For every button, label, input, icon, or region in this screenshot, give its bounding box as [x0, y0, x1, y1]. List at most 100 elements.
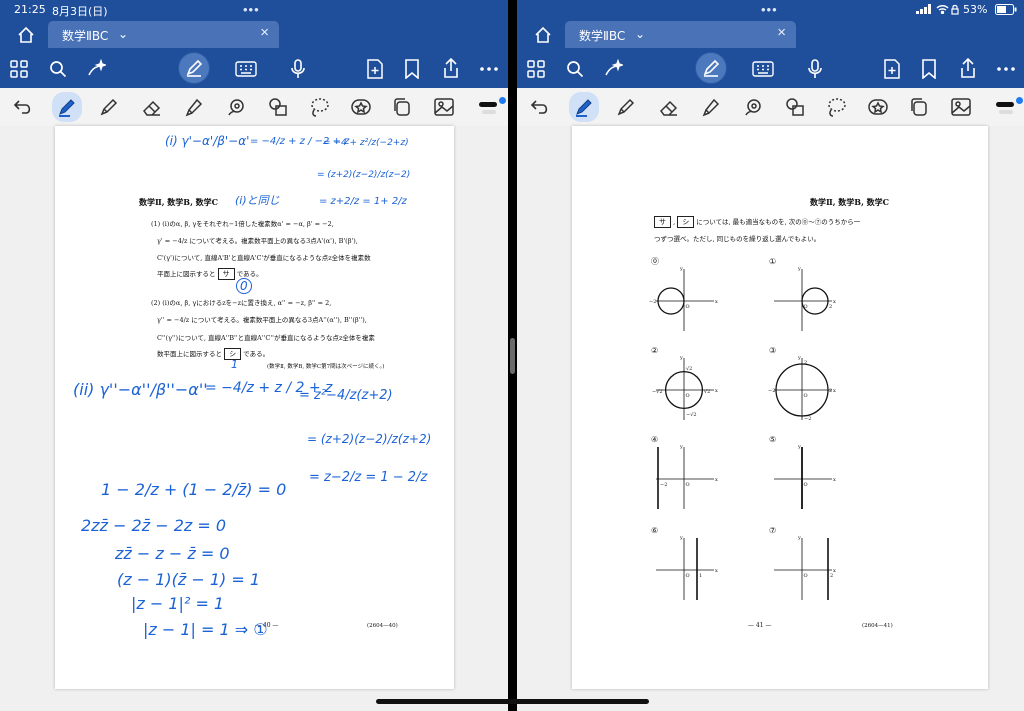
signal-icon — [915, 3, 933, 15]
highlighter-icon[interactable] — [699, 95, 723, 119]
option-label: ⑤ — [769, 435, 776, 444]
undo-icon[interactable] — [11, 95, 35, 119]
more-options-icon[interactable] — [478, 58, 500, 80]
q1-line1: (1) (i)のα, β, γをそれぞれ−1倍した複素数α' = −α, β' … — [151, 220, 334, 228]
chevron-down-icon[interactable]: ⌄ — [118, 27, 128, 41]
x-axis-label: x — [833, 388, 836, 394]
pencil-tool-icon[interactable] — [97, 95, 121, 119]
x-axis-label: x — [833, 477, 836, 483]
handwriting-mid-right2: = (z+2)(z−2)/z(z+2) — [307, 432, 432, 446]
handwriting-line1: 1 − 2/z + (1 − 2/z̄) = 0 — [101, 480, 287, 499]
insert-image-icon[interactable] — [949, 95, 973, 119]
tick-label: −√2 — [652, 389, 663, 395]
tick-label: 2 — [804, 360, 807, 366]
apps-grid-icon[interactable] — [8, 58, 30, 80]
search-icon[interactable] — [47, 58, 69, 80]
shapes-icon[interactable] — [783, 95, 807, 119]
tick-label: √2 — [704, 389, 710, 395]
search-icon[interactable] — [564, 58, 586, 80]
multitask-dots-icon[interactable]: ••• — [761, 2, 778, 17]
share-icon[interactable] — [440, 57, 462, 79]
handwriting-line2: 2zz̄ − 2z̄ − 2z = 0 — [81, 516, 227, 535]
document-page-40[interactable]: 数学Ⅱ, 数学B, 数学C (1) (i)のα, β, γをそれぞれ−1倍した複… — [55, 126, 454, 689]
pen-thickness-icon[interactable] — [995, 95, 1015, 119]
split-divider-handle[interactable] — [510, 338, 515, 374]
handwriting-mid-right3: = z−2/z = 1 − 2/z — [309, 470, 428, 485]
y-axis-label: y — [679, 355, 683, 361]
split-view: 21:25 8月3日(日) ••• 数学ⅡBC ⌄ × 数学Ⅱ, 数学B, 数学… — [0, 0, 1024, 711]
color-indicator — [499, 97, 506, 104]
tick-label: −2 — [768, 388, 775, 394]
copy-icon[interactable] — [907, 95, 931, 119]
tick-label: −2 — [649, 299, 656, 305]
highlighter-icon[interactable] — [182, 95, 206, 119]
apps-grid-icon[interactable] — [525, 58, 547, 80]
sticker-icon[interactable] — [866, 95, 890, 119]
x-axis-label: x — [715, 568, 718, 574]
tick-label: −√2 — [686, 412, 697, 418]
shapes-icon[interactable] — [266, 95, 290, 119]
sticker-icon[interactable] — [349, 95, 373, 119]
option-label: ① — [769, 257, 776, 266]
ballpoint-pen-tool[interactable] — [569, 92, 599, 122]
copy-icon[interactable] — [390, 95, 414, 119]
eraser-icon[interactable] — [657, 95, 681, 119]
bookmark-icon[interactable] — [918, 58, 940, 80]
bookmark-icon[interactable] — [401, 58, 423, 80]
option-label: ⑥ — [651, 526, 658, 535]
microphone-icon[interactable] — [804, 58, 826, 80]
new-page-icon[interactable] — [881, 58, 903, 80]
close-tab-icon[interactable]: × — [260, 24, 269, 41]
q2-line3: C''(γ'')について, 直線A''B''と直線A''C''が垂直になるような… — [157, 334, 375, 342]
ballpoint-pen-tool[interactable] — [52, 92, 82, 122]
home-indicator[interactable] — [376, 699, 649, 704]
new-page-icon[interactable] — [364, 58, 386, 80]
keyboard-icon[interactable] — [751, 58, 775, 80]
document-tab-title: 数学ⅡBC — [579, 29, 626, 43]
y-axis-label: y — [679, 535, 683, 541]
microphone-icon[interactable] — [287, 58, 309, 80]
y-axis-label: y — [797, 266, 801, 272]
document-tab[interactable]: 数学ⅡBC ⌄ × — [48, 21, 279, 48]
handwriting-circled-answer: 0 — [236, 278, 252, 294]
q2-line2: γ'' = −4/z について考える。複素数平面上の異なる3点A''(α''),… — [157, 316, 367, 324]
lasso-icon[interactable] — [824, 95, 848, 119]
tick-label: −2 — [804, 416, 811, 422]
chevron-down-icon[interactable]: ⌄ — [635, 27, 645, 41]
undo-icon[interactable] — [528, 95, 552, 119]
y-axis-label: y — [679, 266, 683, 272]
home-icon[interactable] — [531, 24, 555, 46]
document-tab[interactable]: 数学ⅡBC ⌄ × — [565, 21, 796, 48]
split-divider[interactable] — [508, 0, 517, 711]
page-code: (2604—41) — [862, 623, 893, 629]
copilot-sparkle-icon[interactable] — [85, 58, 107, 80]
handwriting-mid-left: (ii) γ''−α''/β''−α'' — [73, 380, 208, 399]
tick-label: 2 — [830, 573, 833, 579]
y-axis-label: y — [797, 444, 801, 450]
page-code: (2604—40) — [367, 623, 398, 629]
status-time: 21:25 — [14, 3, 46, 16]
copilot-sparkle-icon[interactable] — [602, 58, 624, 80]
more-options-icon[interactable] — [995, 58, 1017, 80]
handwriting-line6: |z − 1| = 1 ⇒ ① — [143, 620, 268, 639]
left-app-pane: 21:25 8月3日(日) ••• 数学ⅡBC ⌄ × 数学Ⅱ, 数学B, 数学… — [0, 0, 508, 711]
lasso-icon[interactable] — [307, 95, 331, 119]
page-number: — 41 — — [748, 622, 772, 629]
multitask-dots-icon[interactable]: ••• — [243, 2, 260, 17]
pencil-tool-icon[interactable] — [614, 95, 638, 119]
y-axis-label: y — [797, 355, 801, 361]
draw-mode-button[interactable] — [695, 52, 727, 84]
share-icon[interactable] — [957, 57, 979, 79]
lasso-select-icon[interactable] — [224, 95, 248, 119]
insert-image-icon[interactable] — [432, 95, 456, 119]
eraser-icon[interactable] — [140, 95, 164, 119]
close-tab-icon[interactable]: × — [777, 24, 786, 41]
lasso-select-icon[interactable] — [741, 95, 765, 119]
pen-thickness-icon[interactable] — [478, 95, 498, 119]
home-icon[interactable] — [14, 24, 38, 46]
document-page-41[interactable]: 数学Ⅱ, 数学B, 数学C サ , シ については, 最も適当なものを, 次の⓪… — [572, 126, 988, 689]
draw-mode-button[interactable] — [178, 52, 210, 84]
tick-label: 2 — [829, 304, 832, 310]
keyboard-icon[interactable] — [234, 58, 258, 80]
option-label: ⓪ — [651, 257, 659, 266]
